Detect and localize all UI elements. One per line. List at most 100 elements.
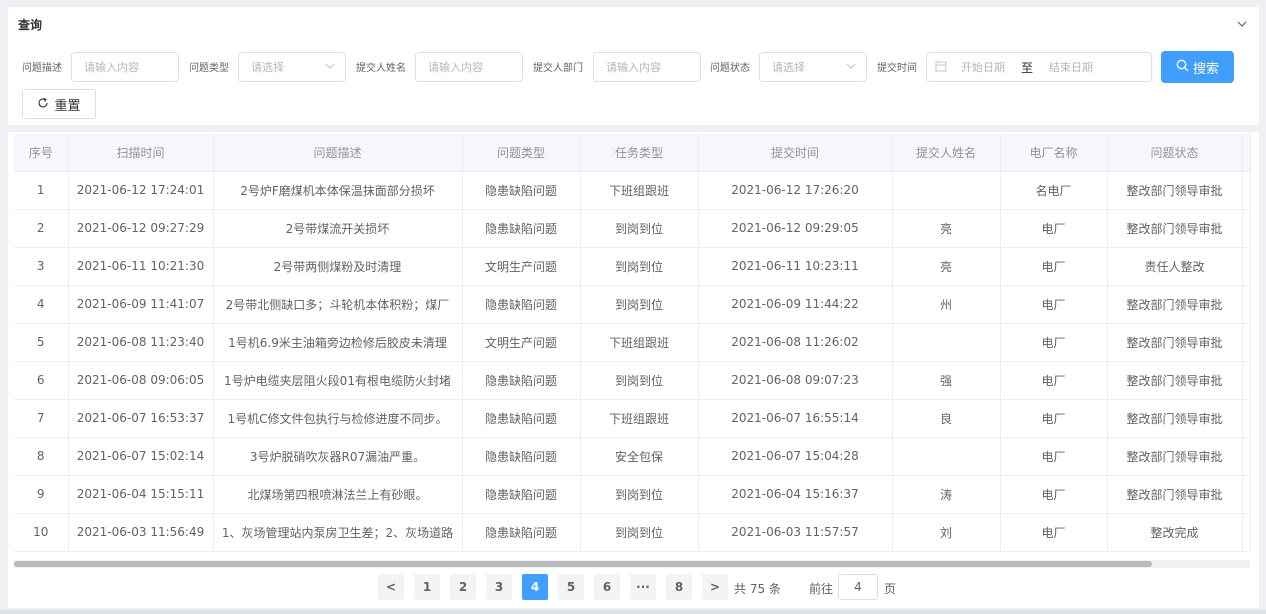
submit-date-range[interactable]: 开始日期 至 结束日期 — [926, 52, 1152, 82]
reset-button[interactable]: 重置 — [22, 89, 96, 119]
cell-submitter: 刘 — [892, 513, 1001, 552]
cell-submitter: 涛 — [892, 475, 1001, 514]
cell-submitter: 强 — [892, 361, 1001, 400]
cell-more — [1242, 513, 1251, 552]
goto-page-input[interactable]: 4 — [838, 574, 878, 600]
page-button[interactable]: 2 — [450, 574, 476, 600]
cell-no: 7 — [14, 399, 69, 438]
table-row[interactable]: 6 2021-06-08 09:06:05 1号炉电缆夹层阻火段01有根电缆防火封堵… — [14, 361, 1251, 400]
next-page-button[interactable]: > — [702, 574, 728, 600]
page-button[interactable]: 3 — [486, 574, 512, 600]
submitter-dept-input[interactable]: 请输入内容 — [593, 52, 701, 82]
table-row[interactable]: 2 2021-06-12 09:27:29 2号带煤流开关损坏 隐患缺陷问题 到岗到位 2… — [14, 209, 1251, 248]
cell-submitter: 亮 — [892, 247, 1001, 286]
cell-issue-type: 隐患缺陷问题 — [462, 399, 581, 438]
cell-task-type: 下班组跟班 — [580, 323, 699, 362]
column-header-submitter[interactable]: 提交人姓名 — [892, 134, 1001, 172]
cell-more — [1242, 475, 1251, 514]
column-header-more — [1242, 134, 1251, 172]
cell-task-type: 到岗到位 — [580, 475, 699, 514]
goto-prefix: 前往 — [809, 582, 834, 596]
column-header-status[interactable]: 问题状态 — [1107, 134, 1243, 172]
page-button[interactable]: 8 — [666, 574, 692, 600]
cell-task-type: 下班组跟班 — [580, 171, 699, 210]
table-row[interactable]: 10 2021-06-03 11:56:49 1、灰场管理站内泵房卫生差；2、灰场道… — [14, 513, 1251, 552]
table-row[interactable]: 9 2021-06-04 15:15:11 北煤场第四根喷淋法兰上有砂眼。 隐患缺陷问… — [14, 475, 1251, 514]
page-button[interactable]: 1 — [414, 574, 440, 600]
table-row[interactable]: 8 2021-06-07 15:02:14 3号炉脱硝吹灰器R07漏油严重。 隐患缺陷… — [14, 437, 1251, 476]
issue-type-select[interactable]: 请选择 — [238, 52, 346, 82]
horizontal-scrollbar[interactable] — [14, 560, 1250, 568]
column-header-no[interactable]: 序号 — [14, 134, 69, 172]
page-button-active[interactable]: 4 — [522, 574, 548, 600]
query-header[interactable]: 查询 — [8, 7, 1259, 41]
column-header-task-type[interactable]: 任务类型 — [580, 134, 699, 172]
cell-scan-time: 2021-06-12 09:27:29 — [68, 209, 214, 248]
chevron-down-icon[interactable] — [1235, 17, 1249, 31]
cell-description: 2号炉F磨煤机本体保温抹面部分损坏 — [213, 171, 463, 210]
cell-task-type: 到岗到位 — [580, 209, 699, 248]
end-date-placeholder[interactable]: 结束日期 — [1049, 59, 1093, 75]
start-date-placeholder[interactable]: 开始日期 — [961, 59, 1005, 75]
cell-description: 北煤场第四根喷淋法兰上有砂眼。 — [213, 475, 463, 514]
more-pages-button[interactable]: ··· — [630, 574, 656, 600]
submitter-name-input[interactable]: 请输入内容 — [415, 52, 523, 82]
prev-page-button[interactable]: < — [378, 574, 404, 600]
cell-no: 2 — [14, 209, 69, 248]
cell-plant: 电厂 — [1000, 323, 1108, 362]
cell-no: 6 — [14, 361, 69, 400]
table-row[interactable]: 4 2021-06-09 11:41:07 2号带北侧缺口多；斗轮机本体积粉；煤厂隐… — [14, 285, 1251, 324]
issues-table: 序号 扫描时间 问题描述 问题类型 任务类型 提交时间 提交人姓名 电厂名称 问… — [14, 134, 1251, 552]
cell-plant: 名电厂 — [1000, 171, 1108, 210]
cell-more — [1242, 209, 1251, 248]
table-header-row: 序号 扫描时间 问题描述 问题类型 任务类型 提交时间 提交人姓名 电厂名称 问… — [14, 134, 1251, 172]
query-title: 查询 — [18, 17, 43, 32]
cell-scan-time: 2021-06-04 15:15:11 — [68, 475, 214, 514]
cell-issue-type: 隐患缺陷问题 — [462, 209, 581, 248]
chevron-down-icon — [325, 61, 335, 74]
description-input[interactable]: 请输入内容 — [71, 52, 179, 82]
cell-plant: 电厂 — [1000, 209, 1108, 248]
table-row[interactable]: 5 2021-06-08 11:23:40 1号机6.9米主油箱旁边检修后胶皮未清理… — [14, 323, 1251, 362]
cell-issue-type: 隐患缺陷问题 — [462, 437, 581, 476]
cell-scan-time: 2021-06-08 11:23:40 — [68, 323, 214, 362]
cell-submitter: 亮 — [892, 209, 1001, 248]
cell-task-type: 到岗到位 — [580, 285, 699, 324]
cell-status: 整改部门领导审批 — [1107, 171, 1243, 210]
page-button[interactable]: 5 — [558, 574, 584, 600]
calendar-icon — [935, 60, 947, 75]
cell-issue-type: 隐患缺陷问题 — [462, 475, 581, 514]
cell-scan-time: 2021-06-07 16:53:37 — [68, 399, 214, 438]
cell-status: 整改部门领导审批 — [1107, 399, 1243, 438]
search-button[interactable]: 搜索 — [1161, 51, 1234, 83]
cell-no: 3 — [14, 247, 69, 286]
cell-submit-time: 2021-06-12 17:26:20 — [698, 171, 893, 210]
issue-status-select[interactable]: 请选择 — [759, 52, 867, 82]
cell-description: 2号带煤流开关损坏 — [213, 209, 463, 248]
goto-suffix: 页 — [884, 582, 897, 596]
column-header-plant[interactable]: 电厂名称 — [1000, 134, 1108, 172]
cell-plant: 电厂 — [1000, 361, 1108, 400]
column-header-issue-type[interactable]: 问题类型 — [462, 134, 581, 172]
cell-status: 整改部门领导审批 — [1107, 209, 1243, 248]
table-row[interactable]: 7 2021-06-07 16:53:37 1号机C修文件包执行与检修进度不同步。隐… — [14, 399, 1251, 438]
cell-no: 5 — [14, 323, 69, 362]
cell-scan-time: 2021-06-12 17:24:01 — [68, 171, 214, 210]
cell-scan-time: 2021-06-07 15:02:14 — [68, 437, 214, 476]
cell-submit-time: 2021-06-07 16:55:14 — [698, 399, 893, 438]
search-label: 搜索 — [1192, 60, 1219, 76]
column-header-submit-time[interactable]: 提交时间 — [698, 134, 893, 172]
cell-status: 整改部门领导审批 — [1107, 361, 1243, 400]
scrollbar-thumb[interactable] — [14, 561, 1152, 567]
column-header-scan-time[interactable]: 扫描时间 — [68, 134, 214, 172]
table-row[interactable]: 3 2021-06-11 10:21:30 2号带两侧煤粉及时清理 文明生产问题 到岗到… — [14, 247, 1251, 286]
cell-submit-time: 2021-06-03 11:57:57 — [698, 513, 893, 552]
table-row[interactable]: 1 2021-06-12 17:24:01 2号炉F磨煤机本体保温抹面部分损坏 隐患缺… — [14, 171, 1251, 210]
issue-status-placeholder: 请选择 — [772, 61, 805, 74]
cell-status: 整改部门领导审批 — [1107, 437, 1243, 476]
column-header-description[interactable]: 问题描述 — [213, 134, 463, 172]
cell-status: 整改部门领导审批 — [1107, 323, 1243, 362]
cell-submitter — [892, 171, 1001, 210]
cell-submitter: 良 — [892, 399, 1001, 438]
page-button[interactable]: 6 — [594, 574, 620, 600]
